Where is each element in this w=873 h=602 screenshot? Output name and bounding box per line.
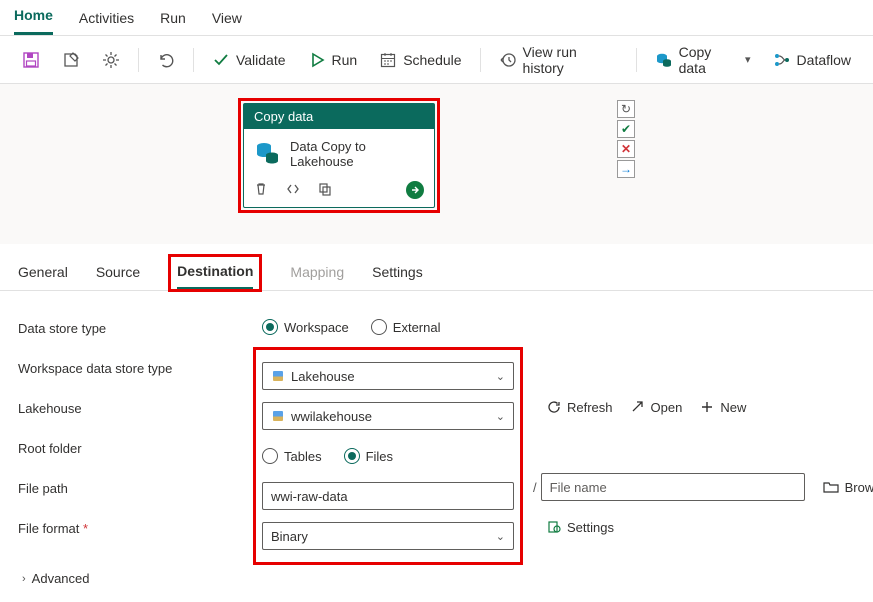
- path-separator: /: [529, 480, 541, 495]
- pipeline-canvas[interactable]: Copy data Data Copy to Lakehouse: [0, 84, 873, 244]
- advanced-toggle[interactable]: › Advanced: [22, 571, 90, 586]
- external-radio-label: External: [393, 320, 441, 335]
- files-radio-label: Files: [366, 449, 393, 464]
- undo-button[interactable]: [147, 45, 185, 75]
- tab-home[interactable]: Home: [14, 0, 53, 35]
- schedule-label: Schedule: [403, 52, 461, 68]
- undo-icon: [157, 51, 175, 69]
- file-format-label: File format *: [18, 519, 262, 536]
- divider: [636, 48, 637, 72]
- validate-button[interactable]: Validate: [202, 45, 296, 75]
- highlight-destination-config: Lakehouse ⌄ wwilakehouse ⌄ Tables: [253, 347, 523, 565]
- data-store-type-label: Data store type: [18, 319, 262, 336]
- check-icon: [212, 51, 230, 69]
- root-folder-label: Root folder: [18, 439, 262, 456]
- highlight-activity: Copy data Data Copy to Lakehouse: [238, 98, 440, 213]
- dataflow-label: Dataflow: [797, 52, 851, 68]
- files-radio[interactable]: Files: [344, 448, 393, 464]
- settings-button[interactable]: [92, 45, 130, 75]
- divider: [480, 48, 481, 72]
- workspace-store-type-select[interactable]: Lakehouse ⌄: [262, 362, 514, 390]
- handle-loop-icon[interactable]: ↻: [617, 100, 635, 118]
- refresh-button[interactable]: Refresh: [547, 400, 613, 415]
- lakehouse-select[interactable]: wwilakehouse ⌄: [262, 402, 514, 430]
- tab-mapping[interactable]: Mapping: [290, 258, 344, 290]
- file-name-input[interactable]: File name: [541, 473, 805, 501]
- delete-icon[interactable]: [254, 182, 270, 198]
- tab-general[interactable]: General: [18, 258, 68, 290]
- handle-fail-icon[interactable]: ✕: [617, 140, 635, 158]
- copy-icon[interactable]: [318, 182, 334, 198]
- dataflow-icon: [773, 51, 791, 69]
- handle-success-icon[interactable]: ✔: [617, 120, 635, 138]
- chevron-down-icon: ⌄: [496, 410, 505, 423]
- database-icon: [254, 140, 280, 169]
- highlight-destination-tab: Destination: [168, 254, 262, 292]
- gear-icon: [102, 51, 120, 69]
- browse-button[interactable]: Browse: [823, 480, 873, 495]
- tab-view[interactable]: View: [212, 2, 242, 35]
- run-activity-icon[interactable]: [406, 181, 424, 199]
- history-icon: [499, 51, 517, 69]
- database-icon: [655, 51, 673, 69]
- workspace-radio[interactable]: Workspace: [262, 319, 349, 335]
- external-radio[interactable]: External: [371, 319, 441, 335]
- handle-completion-icon[interactable]: →: [617, 160, 635, 178]
- validate-label: Validate: [236, 52, 286, 68]
- tables-radio-label: Tables: [284, 449, 322, 464]
- schedule-button[interactable]: Schedule: [369, 45, 471, 75]
- copy-data-button[interactable]: Copy data ▾: [645, 38, 761, 82]
- run-label: Run: [332, 52, 358, 68]
- open-button[interactable]: Open: [631, 400, 683, 415]
- tab-run[interactable]: Run: [160, 2, 186, 35]
- chevron-down-icon: ⌄: [496, 530, 505, 543]
- save-button[interactable]: [12, 45, 50, 75]
- new-button[interactable]: New: [700, 400, 746, 415]
- ws-type-label: Workspace data store type: [18, 359, 262, 376]
- tab-settings[interactable]: Settings: [372, 258, 423, 290]
- tables-radio[interactable]: Tables: [262, 448, 322, 464]
- divider: [193, 48, 194, 72]
- dataflow-button[interactable]: Dataflow: [763, 45, 861, 75]
- history-label: View run history: [523, 44, 618, 76]
- save-icon: [22, 51, 40, 69]
- run-button[interactable]: Run: [298, 45, 368, 75]
- activity-name: Data Copy to Lakehouse: [290, 139, 424, 169]
- tab-source[interactable]: Source: [96, 258, 140, 290]
- tab-destination[interactable]: Destination: [177, 257, 253, 289]
- format-settings-button[interactable]: Settings: [547, 520, 614, 535]
- divider: [138, 48, 139, 72]
- play-icon: [308, 51, 326, 69]
- lakehouse-label: Lakehouse: [18, 399, 262, 416]
- workspace-radio-label: Workspace: [284, 320, 349, 335]
- file-path-input[interactable]: wwi-raw-data: [262, 482, 514, 510]
- tab-activities[interactable]: Activities: [79, 2, 134, 35]
- chevron-down-icon: ▾: [745, 53, 751, 66]
- code-icon[interactable]: [286, 182, 302, 198]
- copy-data-activity[interactable]: Copy data Data Copy to Lakehouse: [243, 103, 435, 208]
- file-format-select[interactable]: Binary ⌄: [262, 522, 514, 550]
- save-as-button[interactable]: [52, 45, 90, 75]
- view-run-history-button[interactable]: View run history: [489, 38, 628, 82]
- chevron-down-icon: ⌄: [496, 370, 505, 383]
- file-path-label: File path: [18, 479, 262, 496]
- calendar-icon: [379, 51, 397, 69]
- save-as-icon: [62, 51, 80, 69]
- copy-data-label: Copy data: [679, 44, 739, 76]
- chevron-right-icon: ›: [22, 573, 26, 585]
- activity-title: Copy data: [244, 104, 434, 129]
